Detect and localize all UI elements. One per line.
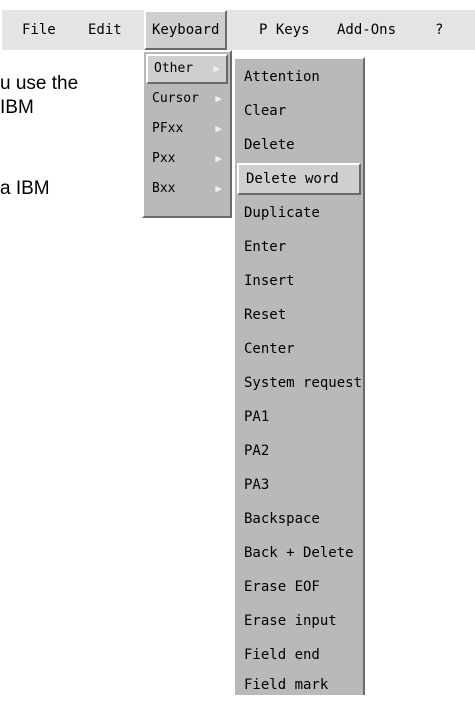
menu-item-insert[interactable]: Insert bbox=[237, 265, 361, 297]
menu-add-ons[interactable]: Add-Ons bbox=[337, 10, 396, 50]
menu-item-erase-eof[interactable]: Erase EOF bbox=[237, 571, 361, 603]
arrow-right-icon: ▶ bbox=[215, 152, 222, 165]
menu-file[interactable]: File bbox=[22, 10, 56, 50]
submenu-item-label: Bxx bbox=[152, 181, 176, 196]
arrow-right-icon: ▶ bbox=[213, 62, 220, 75]
menu-item-erase-input[interactable]: Erase input bbox=[237, 605, 361, 637]
arrow-right-icon: ▶ bbox=[215, 182, 222, 195]
menu-item-pa3[interactable]: PA3 bbox=[237, 469, 361, 501]
submenu-item-label: Pxx bbox=[152, 151, 176, 166]
submenu-item-label: Other bbox=[154, 61, 194, 76]
document-text-line-3: a IBM bbox=[0, 178, 50, 199]
menu-item-enter[interactable]: Enter bbox=[237, 231, 361, 263]
arrow-right-icon: ▶ bbox=[215, 92, 222, 105]
menu-item-field-mark[interactable]: Field mark bbox=[237, 669, 361, 701]
menu-item-field-end[interactable]: Field end bbox=[237, 639, 361, 671]
keyboard-submenu: Other ▶ Cursor ▶ PFxx ▶ Pxx ▶ Bxx ▶ bbox=[142, 50, 232, 218]
menu-item-clear[interactable]: Clear bbox=[237, 95, 361, 127]
menu-item-duplicate[interactable]: Duplicate bbox=[237, 197, 361, 229]
menu-item-delete-word[interactable]: Delete word bbox=[237, 163, 361, 195]
menu-item-pa2[interactable]: PA2 bbox=[237, 435, 361, 467]
submenu-item-other[interactable]: Other ▶ bbox=[146, 54, 228, 84]
menu-item-center[interactable]: Center bbox=[237, 333, 361, 365]
menu-item-delete[interactable]: Delete bbox=[237, 129, 361, 161]
menu-item-attention[interactable]: Attention bbox=[237, 61, 361, 93]
menu-item-backspace[interactable]: Backspace bbox=[237, 503, 361, 535]
menu-keyboard[interactable]: Keyboard bbox=[144, 10, 228, 50]
other-menu: Attention Clear Delete Delete word Dupli… bbox=[233, 57, 365, 695]
submenu-item-cursor[interactable]: Cursor ▶ bbox=[146, 84, 228, 114]
submenu-item-pxx[interactable]: Pxx ▶ bbox=[146, 144, 228, 174]
menu-item-back-delete[interactable]: Back + Delete bbox=[237, 537, 361, 569]
arrow-right-icon: ▶ bbox=[215, 122, 222, 135]
menu-item-reset[interactable]: Reset bbox=[237, 299, 361, 331]
submenu-item-bxx[interactable]: Bxx ▶ bbox=[146, 174, 228, 204]
menu-bar: File Edit Keyboard P Keys Add-Ons ? bbox=[2, 10, 475, 50]
document-text-line-1: u use the bbox=[0, 73, 79, 94]
menu-help[interactable]: ? bbox=[435, 10, 443, 50]
menu-item-pa1[interactable]: PA1 bbox=[237, 401, 361, 433]
document-text-line-2: IBM bbox=[0, 97, 34, 118]
menu-edit[interactable]: Edit bbox=[88, 10, 122, 50]
submenu-item-label: Cursor bbox=[152, 91, 199, 106]
menu-p-keys[interactable]: P Keys bbox=[259, 10, 310, 50]
submenu-item-label: PFxx bbox=[152, 121, 184, 136]
menu-item-system-request[interactable]: System request bbox=[237, 367, 362, 399]
submenu-item-pfxx[interactable]: PFxx ▶ bbox=[146, 114, 228, 144]
